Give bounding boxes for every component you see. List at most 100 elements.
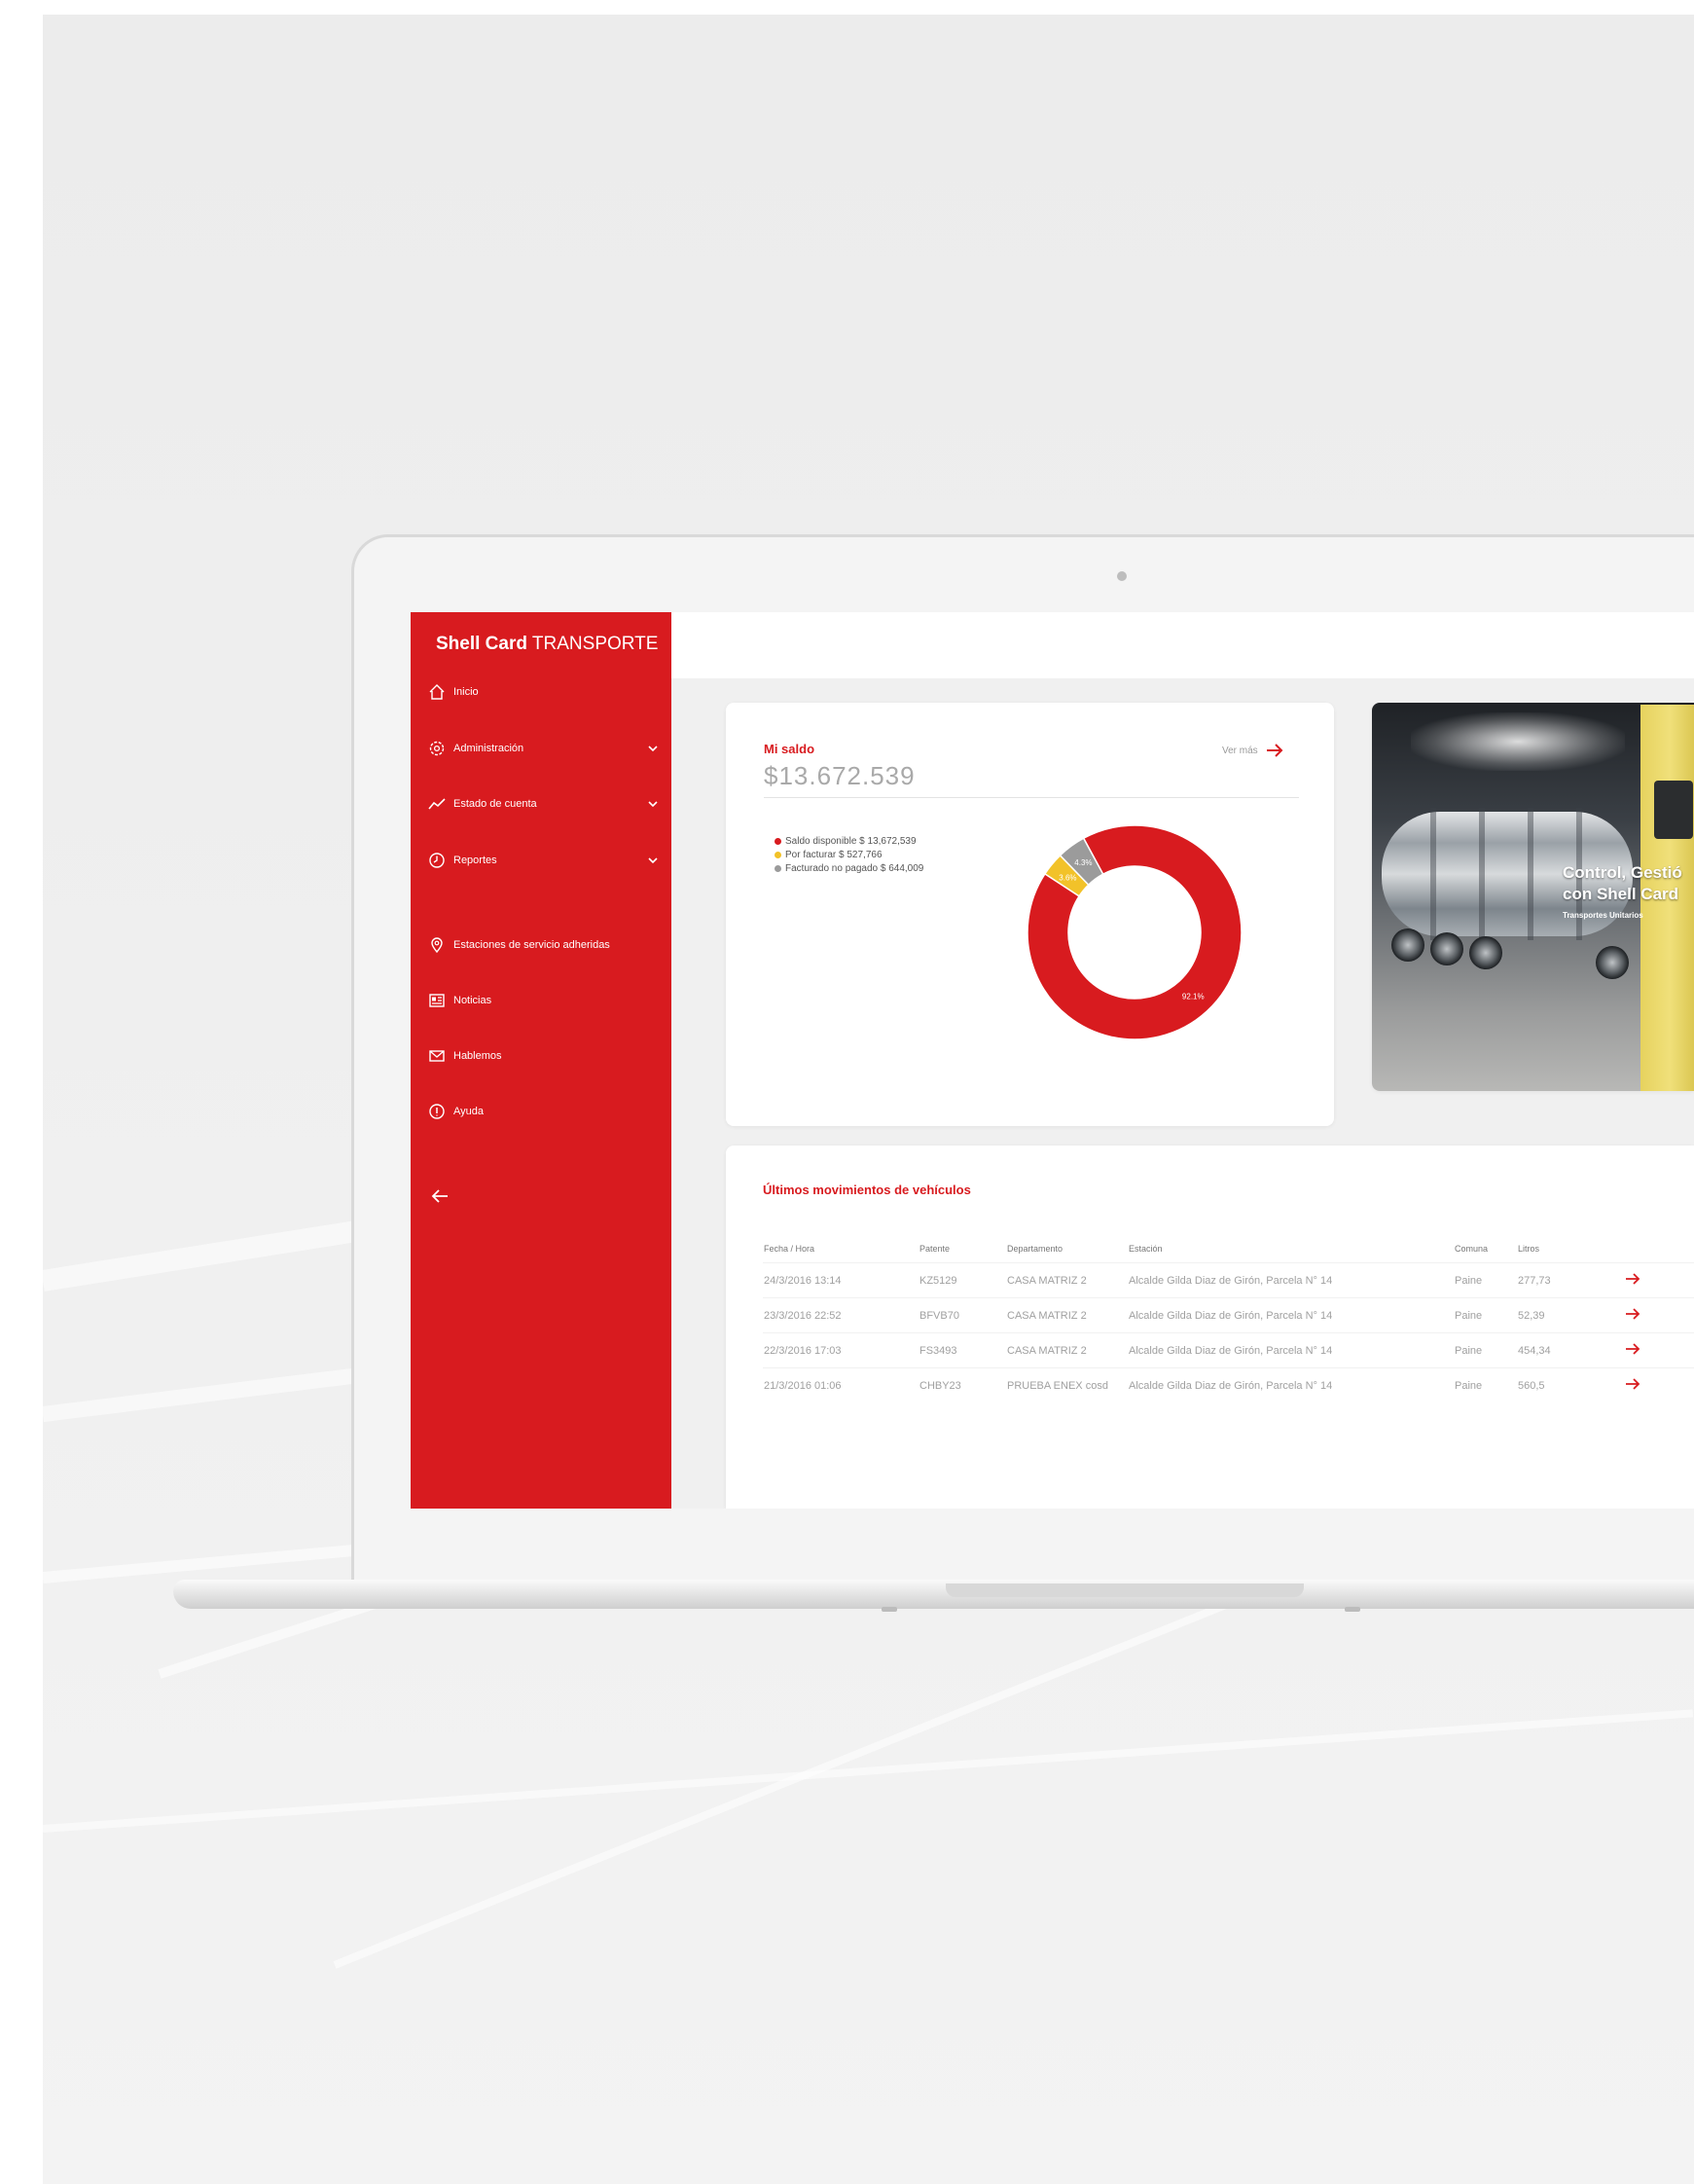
sidebar-item-label: Administración (453, 743, 524, 754)
movements-table: Fecha / Hora Patente Departamento Estaci… (763, 1235, 1694, 1402)
sidebar-item-noticias[interactable]: Noticias (426, 986, 660, 1015)
table-row[interactable]: 24/3/2016 13:14 KZ5129 CASA MATRIZ 2 Alc… (763, 1262, 1694, 1298)
chevron-down-icon (646, 742, 660, 755)
promo-headline: Control, Gestió con Shell Card (1563, 862, 1682, 905)
column-header[interactable]: Departamento (1006, 1235, 1128, 1263)
sidebar-item-ayuda[interactable]: Ayuda (426, 1097, 660, 1126)
street-line (43, 1709, 1694, 1833)
brand-product: TRANSPORTE (526, 634, 659, 654)
cell-patente: CHBY23 (919, 1367, 1006, 1402)
cell-departamento: CASA MATRIZ 2 (1006, 1332, 1128, 1368)
chevron-down-icon (646, 854, 660, 867)
legend-item: Facturado no pagado $ 644,009 (775, 861, 923, 875)
row-detail-button[interactable] (1624, 1367, 1694, 1402)
cell-comuna: Paine (1454, 1297, 1517, 1333)
laptop-base (173, 1580, 1694, 1609)
tanker-ring (1528, 808, 1533, 940)
truck-wheel (1391, 928, 1424, 962)
sidebar-item-label: Estado de cuenta (453, 798, 537, 810)
truck-window (1654, 781, 1693, 839)
divider (764, 797, 1299, 798)
table-row[interactable]: 23/3/2016 22:52 BFVB70 CASA MATRIZ 2 Alc… (763, 1297, 1694, 1333)
ver-mas-label: Ver más (1222, 745, 1258, 756)
truck-wheel (1596, 946, 1629, 979)
cell-litros: 277,73 (1517, 1262, 1624, 1298)
sidebar-item-label: Noticias (453, 995, 492, 1006)
table-header-row: Fecha / Hora Patente Departamento Estaci… (763, 1235, 1694, 1263)
arrow-left-icon (431, 1189, 448, 1203)
cell-estacion: Alcalde Gilda Diaz de Girón, Parcela N° … (1128, 1332, 1454, 1368)
cell-litros: 560,5 (1517, 1367, 1624, 1402)
cell-departamento: PRUEBA ENEX cosd (1006, 1367, 1128, 1402)
table-row[interactable]: 21/3/2016 01:06 CHBY23 PRUEBA ENEX cosd … (763, 1367, 1694, 1402)
sidebar-item-label: Hablemos (453, 1050, 502, 1062)
sidebar-item-administracion[interactable]: Administración (426, 734, 660, 763)
cell-litros: 52,39 (1517, 1297, 1624, 1333)
balance-amount: $13.672.539 (764, 761, 916, 790)
row-detail-button[interactable] (1624, 1297, 1694, 1333)
donut-data-label-0: 92.1% (1182, 992, 1205, 1001)
legend-label: Por facturar $ 527,766 (785, 849, 883, 860)
sidebar-item-estado-de-cuenta[interactable]: Estado de cuenta (426, 789, 660, 819)
ver-mas-link[interactable]: Ver más (1222, 744, 1283, 757)
cell-estacion: Alcalde Gilda Diaz de Girón, Parcela N° … (1128, 1297, 1454, 1333)
sidebar-item-label: Reportes (453, 855, 497, 866)
cell-comuna: Paine (1454, 1262, 1517, 1298)
cell-departamento: CASA MATRIZ 2 (1006, 1297, 1128, 1333)
tanker-ring (1479, 808, 1485, 940)
column-header[interactable]: Patente (919, 1235, 1006, 1263)
cell-departamento: CASA MATRIZ 2 (1006, 1262, 1128, 1298)
column-header[interactable]: Fecha / Hora (763, 1235, 919, 1263)
cell-fecha: 23/3/2016 22:52 (763, 1297, 919, 1333)
cell-estacion: Alcalde Gilda Diaz de Girón, Parcela N° … (1128, 1367, 1454, 1402)
sidebar-item-label: Ayuda (453, 1106, 484, 1117)
column-header[interactable]: Litros (1517, 1235, 1624, 1263)
map-pin-icon (426, 934, 448, 956)
cell-estacion: Alcalde Gilda Diaz de Girón, Parcela N° … (1128, 1262, 1454, 1298)
cell-fecha: 24/3/2016 13:14 (763, 1262, 919, 1298)
brand-logo[interactable]: Shell Card TRANSPORTE (436, 634, 658, 655)
sidebar-item-reportes[interactable]: Reportes (426, 846, 660, 875)
row-detail-button[interactable] (1624, 1332, 1694, 1368)
laptop-foot (882, 1607, 897, 1612)
sidebar-item-estaciones[interactable]: Estaciones de servicio adheridas (426, 930, 660, 960)
laptop-foot (1345, 1607, 1360, 1612)
chevron-down-icon (646, 797, 660, 811)
cell-patente: BFVB70 (919, 1297, 1006, 1333)
column-header[interactable]: Comuna (1454, 1235, 1517, 1263)
legend-swatch (775, 837, 781, 845)
legend-label: Facturado no pagado $ 644,009 (785, 862, 924, 874)
row-detail-button[interactable] (1624, 1262, 1694, 1298)
mail-icon (426, 1045, 448, 1067)
laptop-camera (1117, 571, 1127, 581)
cell-fecha: 21/3/2016 01:06 (763, 1367, 919, 1402)
cell-litros: 454,34 (1517, 1332, 1624, 1368)
collapse-sidebar-button[interactable] (428, 1184, 451, 1208)
table-row[interactable]: 22/3/2016 17:03 FS3493 CASA MATRIZ 2 Alc… (763, 1332, 1694, 1368)
movements-title: Últimos movimientos de vehículos (763, 1183, 971, 1197)
cell-patente: FS3493 (919, 1332, 1006, 1368)
legend-item: Por facturar $ 527,766 (775, 848, 923, 861)
balance-title: Mi saldo (764, 742, 815, 756)
column-header[interactable]: Estación (1128, 1235, 1454, 1263)
column-header-empty (1624, 1235, 1694, 1263)
promo-line-1: Control, Gestió (1563, 863, 1682, 882)
promo-subtitle: Transportes Unitarios (1563, 911, 1643, 920)
arrow-right-icon (1626, 1378, 1640, 1390)
sidebar-item-inicio[interactable]: Inicio (426, 677, 660, 707)
donut-data-label-1: 3.6% (1059, 873, 1076, 882)
promo-light (1411, 712, 1625, 771)
info-icon (426, 1101, 448, 1122)
promo-banner[interactable]: Control, Gestió con Shell Card Transport… (1372, 703, 1694, 1091)
sidebar-item-hablemos[interactable]: Hablemos (426, 1041, 660, 1071)
trend-line-icon (426, 793, 448, 815)
sidebar-item-label: Estaciones de servicio adheridas (453, 939, 610, 951)
arrow-right-icon (1266, 744, 1283, 757)
laptop-notch (946, 1583, 1304, 1597)
promo-line-2: con Shell Card (1563, 885, 1679, 903)
sidebar: Shell Card TRANSPORTE Inicio Administrac… (411, 612, 671, 1509)
chart-legend: Saldo disponible $ 13,672,539 Por factur… (775, 834, 923, 875)
donut-data-label-2: 4.3% (1074, 858, 1092, 867)
legend-swatch (775, 851, 781, 858)
cell-patente: KZ5129 (919, 1262, 1006, 1298)
